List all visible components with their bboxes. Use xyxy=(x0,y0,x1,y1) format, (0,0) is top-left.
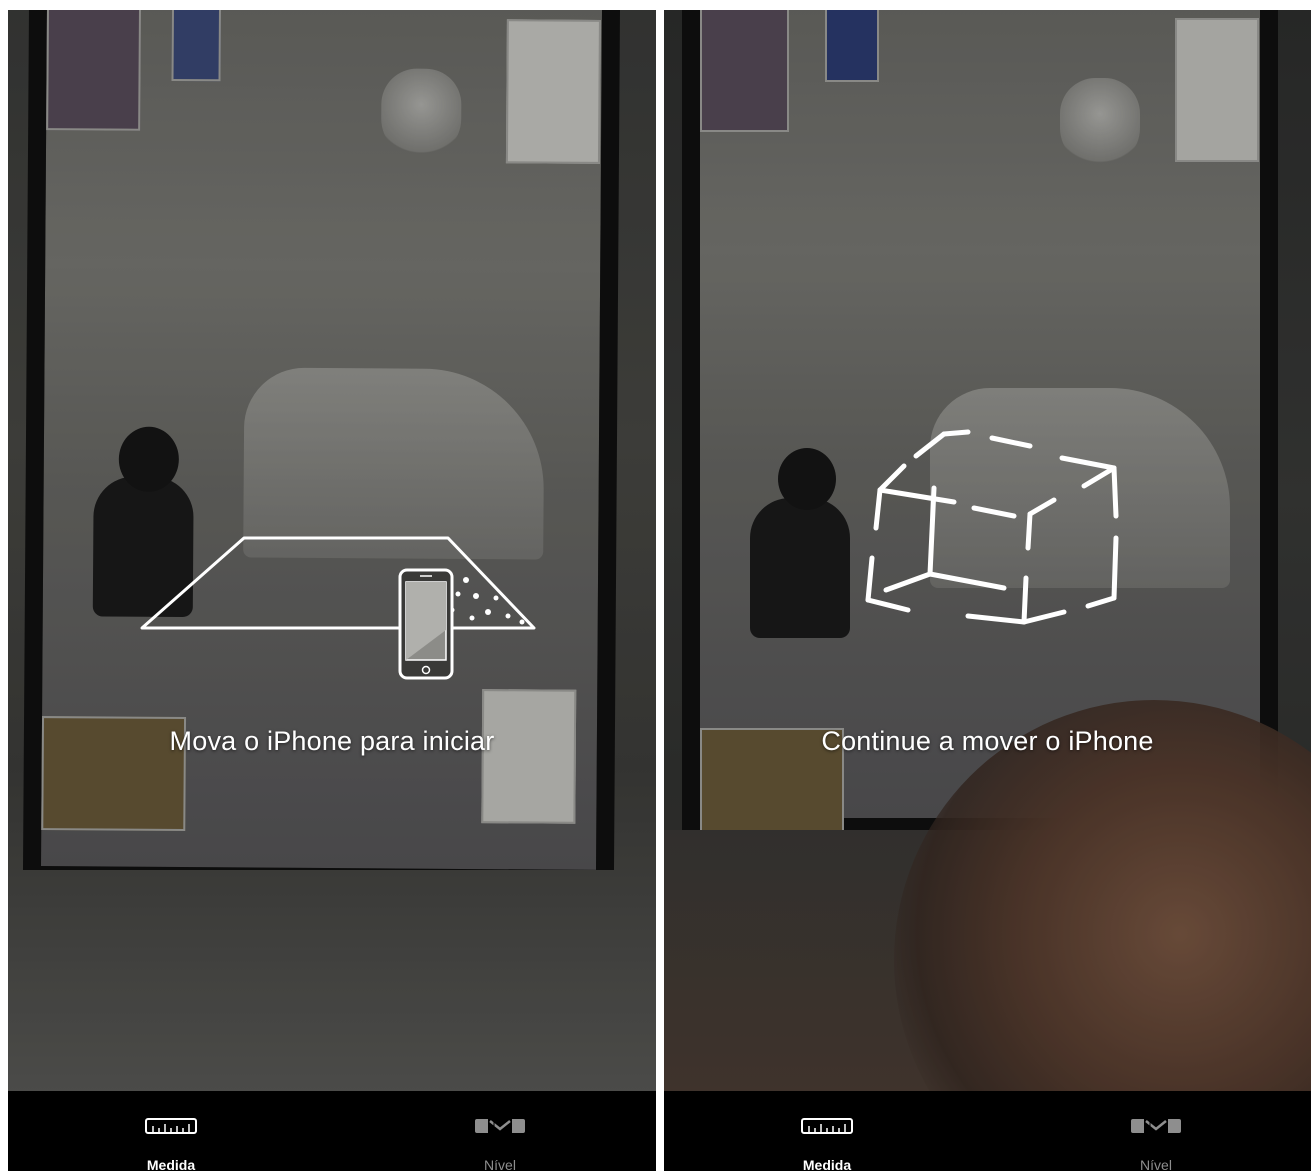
tab-level-label: Nível xyxy=(484,1157,516,1171)
tab-level[interactable]: Nível xyxy=(420,1091,580,1171)
ruler-icon xyxy=(801,1118,853,1134)
tab-measure[interactable]: Medida xyxy=(747,1091,907,1171)
tab-measure-label: Medida xyxy=(802,1157,852,1171)
level-icon xyxy=(1131,1119,1181,1133)
instruction-text: Mova o iPhone para iniciar xyxy=(169,726,495,756)
tab-bar: Medida Nível xyxy=(664,1091,1311,1171)
camera-view[interactable]: Mova o iPhone para iniciar xyxy=(8,10,656,1092)
move-iphone-illustration xyxy=(140,536,536,680)
tab-measure-label: Medida xyxy=(146,1157,196,1171)
keep-moving-cube-illustration xyxy=(865,429,1119,625)
tab-level-label: Nível xyxy=(1140,1157,1172,1171)
level-icon xyxy=(475,1119,525,1133)
instruction-text: Continue a mover o iPhone xyxy=(821,726,1154,756)
tab-level[interactable]: Nível xyxy=(1076,1091,1236,1171)
measure-screen-right: Continue a mover o iPhone Medida Nível xyxy=(664,10,1311,1171)
tab-bar: Medida Nível xyxy=(8,1091,656,1171)
tab-measure[interactable]: Medida xyxy=(91,1091,251,1171)
measure-screen-left: Mova o iPhone para iniciar Medida Nível xyxy=(8,10,656,1171)
camera-view[interactable]: Continue a mover o iPhone xyxy=(664,10,1311,1092)
ruler-icon xyxy=(145,1118,197,1134)
